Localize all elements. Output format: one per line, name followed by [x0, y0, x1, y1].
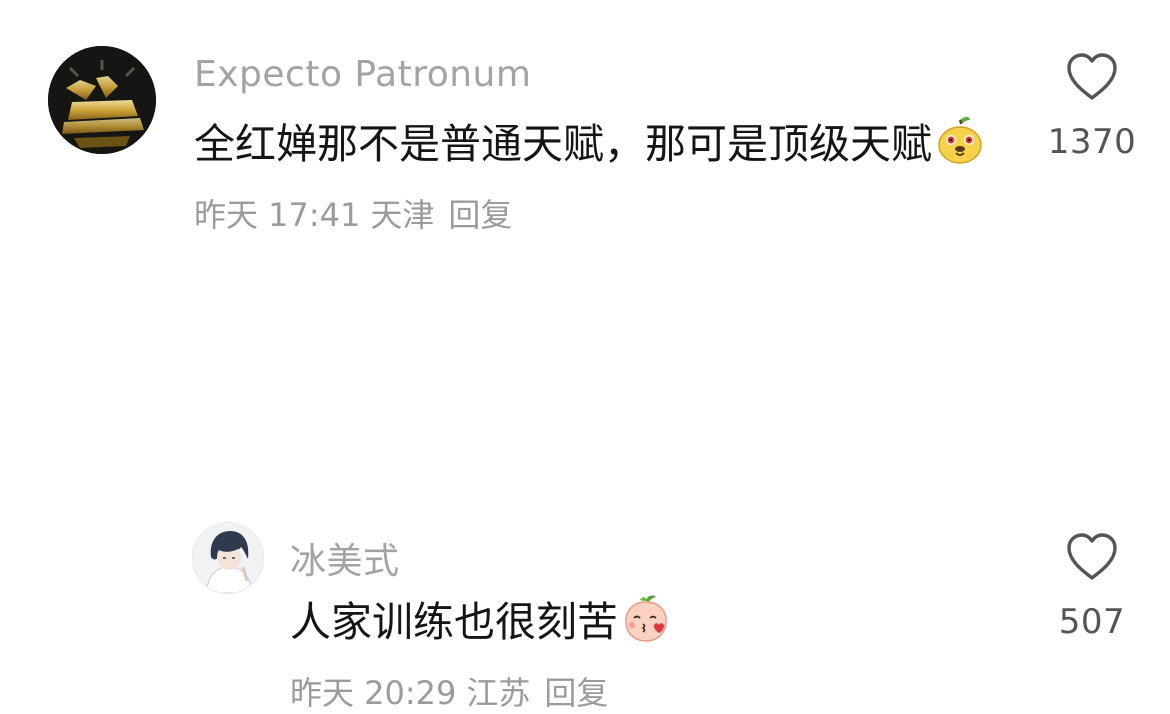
- avatar-character-graphic: [193, 523, 263, 593]
- reply-comment-item: 冰美式 人家训练也很刻苦 昨天 20:29 江苏 回复 507: [0, 250, 1170, 712]
- reply-text-body: 人家训练也很刻苦: [290, 598, 618, 646]
- peach-kiss-emoji: [625, 595, 667, 642]
- reply-location: 江苏: [466, 674, 531, 712]
- anime-character-avatar[interactable]: [192, 522, 264, 594]
- reply-button[interactable]: 回复: [448, 190, 512, 236]
- comment-username[interactable]: Expecto Patronum: [194, 54, 531, 95]
- like-count: 507: [1058, 602, 1126, 642]
- reply-button[interactable]: 回复: [544, 668, 608, 714]
- reply-text: 人家训练也很刻苦: [290, 590, 672, 646]
- comment-text-body: 全红婵那不是普通天赋，那可是顶级天赋: [194, 120, 932, 168]
- go-yourself-logo-avatar[interactable]: [48, 46, 156, 154]
- heart-outline-icon[interactable]: [1064, 532, 1120, 582]
- avatar-logo-graphic: [48, 46, 156, 154]
- like-count: 1370: [1047, 122, 1137, 162]
- comment-text: 全红婵那不是普通天赋，那可是顶级天赋: [194, 112, 986, 168]
- comment-time: 昨天 17:41: [194, 196, 361, 234]
- comment-item: Expecto Patronum 全红婵那不是普通天赋，那可是顶级天赋 昨天 1…: [0, 0, 1170, 250]
- comment-location: 天津: [370, 196, 435, 234]
- heart-outline-icon[interactable]: [1064, 52, 1120, 102]
- comment-meta: 昨天 17:41 天津 回复: [194, 190, 512, 236]
- reply-username[interactable]: 冰美式: [290, 532, 400, 584]
- reply-time: 昨天 20:29: [290, 674, 457, 712]
- like-button[interactable]: 1370: [1032, 52, 1152, 162]
- reply-meta: 昨天 20:29 江苏 回复: [290, 668, 608, 714]
- pear-face-emoji: [938, 117, 982, 164]
- like-button[interactable]: 507: [1032, 532, 1152, 642]
